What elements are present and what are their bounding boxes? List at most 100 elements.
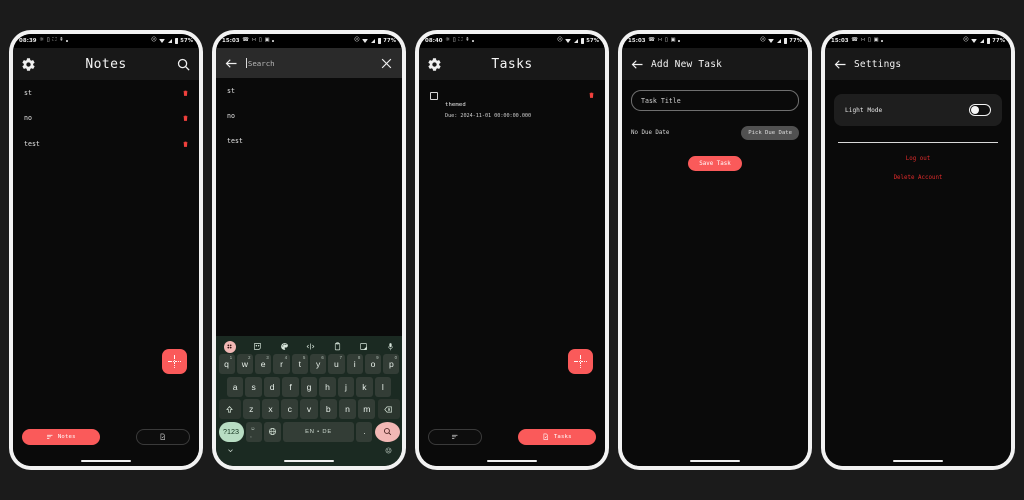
space-key[interactable]: EN • DE [283, 421, 355, 442]
delete-account-button[interactable]: Delete Account [834, 175, 1002, 181]
clipboard-icon[interactable] [333, 342, 342, 351]
palette-icon[interactable] [280, 342, 289, 351]
arrow-back-icon[interactable] [630, 57, 645, 72]
key-r[interactable]: 4r [273, 354, 290, 375]
task-title-input[interactable]: Task Title [631, 90, 799, 111]
key-v[interactable]: v [300, 399, 318, 420]
task-name: themed [445, 102, 466, 108]
key-o[interactable]: 9o [365, 354, 382, 375]
list-item[interactable]: st [216, 78, 402, 103]
appbar-spacer [582, 57, 597, 72]
light-mode-row[interactable]: Light Mode [834, 94, 1002, 126]
key-f[interactable]: f [282, 376, 299, 397]
list-item[interactable]: test [216, 128, 402, 153]
task-checkbox[interactable] [430, 92, 438, 100]
light-mode-toggle[interactable] [969, 104, 991, 116]
key-n[interactable]: n [339, 399, 357, 420]
language-globe-icon[interactable] [263, 421, 281, 442]
key-s[interactable]: s [245, 376, 262, 397]
list-item[interactable]: test [13, 131, 199, 157]
list-item[interactable]: no [216, 103, 402, 128]
key-g[interactable]: g [300, 376, 318, 397]
battery-icon [783, 37, 787, 44]
bottom-nav-tasks[interactable] [136, 429, 190, 445]
symbols-key[interactable]: ?123 [218, 421, 244, 442]
key-d[interactable]: d [263, 376, 281, 397]
trash-icon[interactable] [182, 140, 189, 149]
dot-icon [881, 40, 883, 42]
shift-up-icon[interactable] [218, 399, 241, 420]
key-b[interactable]: b [319, 399, 337, 420]
table-row[interactable]: themed Due: 2024-11-01 00:00:00.000 [419, 80, 605, 119]
home-indicator [622, 456, 808, 466]
key-c[interactable]: c [281, 399, 299, 420]
search-results: st no test [216, 78, 402, 337]
trash-icon[interactable] [182, 114, 189, 123]
trash-icon[interactable] [182, 89, 189, 98]
home-bar[interactable] [893, 459, 943, 463]
list-item[interactable]: st [13, 80, 199, 106]
toggle-knob [971, 106, 980, 114]
bottom-nav-tasks[interactable]: Tasks [518, 429, 596, 445]
key-e[interactable]: 3e [255, 354, 272, 375]
whatsapp-icon: ☎ [851, 37, 859, 44]
home-bar[interactable] [487, 459, 537, 463]
list-item[interactable]: no [13, 106, 199, 132]
screen-tasks: 08:40 ☼ ▯ ⛶ ⇞ ☹ 57% Tasks themed Due: 20… [419, 34, 605, 466]
save-task-button[interactable]: Save Task [688, 156, 742, 171]
search-input[interactable]: Search [246, 58, 372, 68]
microphone-icon[interactable] [386, 342, 395, 351]
key-l[interactable]: l [374, 376, 392, 397]
status-bar: 15:03 ☎ ∺ ▯ ▣ ☹ 77% [622, 34, 808, 48]
home-bar[interactable] [284, 459, 334, 463]
key-i[interactable]: 8i [346, 354, 363, 375]
key-j[interactable]: j [337, 376, 355, 397]
bottom-nav: Notes [13, 422, 199, 456]
key-y[interactable]: 6y [310, 354, 327, 375]
key-k[interactable]: k [356, 376, 373, 397]
key-h[interactable]: h [319, 376, 336, 397]
emoji-comma-key[interactable]: ☺ , [245, 421, 262, 442]
apps-grid-icon[interactable] [223, 340, 236, 353]
backspace-icon[interactable] [377, 399, 400, 420]
task-title-placeholder: Task Title [641, 96, 681, 105]
emoji-face-icon[interactable] [385, 447, 392, 454]
search-icon[interactable] [176, 57, 191, 72]
pick-due-date-button[interactable]: Pick Due Date [741, 126, 799, 140]
gear-icon[interactable] [21, 57, 36, 72]
status-bar: 15:03 ☎ ∺ ▯ ▣ ☹ 77% [825, 34, 1011, 48]
period-key[interactable]: . [356, 421, 373, 442]
key-a[interactable]: a [227, 376, 244, 397]
add-note-fab[interactable] [162, 349, 187, 374]
key-z[interactable]: z [242, 399, 260, 420]
close-x-icon[interactable] [379, 56, 394, 71]
translate-icon[interactable] [359, 342, 368, 351]
logout-button[interactable]: Log out [834, 156, 1002, 162]
sticker-icon[interactable] [253, 342, 262, 351]
bottom-nav-notes[interactable] [428, 429, 482, 445]
search-enter-icon[interactable] [374, 421, 400, 442]
search-bar: Search [216, 48, 402, 78]
add-task-fab[interactable] [568, 349, 593, 374]
text-edit-icon[interactable] [306, 342, 315, 351]
key-x[interactable]: x [261, 399, 280, 420]
home-bar[interactable] [690, 459, 740, 463]
home-bar[interactable] [81, 459, 131, 463]
bottom-nav-notes[interactable]: Notes [22, 429, 100, 445]
notes-lines-icon [451, 433, 459, 441]
key-p[interactable]: 0p [383, 354, 400, 375]
battery-icon [986, 37, 990, 44]
key-u[interactable]: 7u [328, 354, 345, 375]
key-w[interactable]: 2w [236, 354, 253, 375]
key-t[interactable]: 5t [291, 354, 308, 375]
app-bar-add-task: Add New Task [622, 48, 808, 80]
app-bar-tasks: Tasks [419, 48, 605, 80]
chevron-down-icon[interactable] [227, 447, 234, 454]
key-m[interactable]: m [358, 399, 376, 420]
arrow-back-icon[interactable] [224, 56, 239, 71]
key-q[interactable]: 1q [218, 354, 235, 375]
key-label: p [388, 359, 394, 370]
arrow-back-icon[interactable] [833, 57, 848, 72]
gear-icon[interactable] [427, 57, 442, 72]
trash-icon[interactable] [588, 91, 595, 100]
